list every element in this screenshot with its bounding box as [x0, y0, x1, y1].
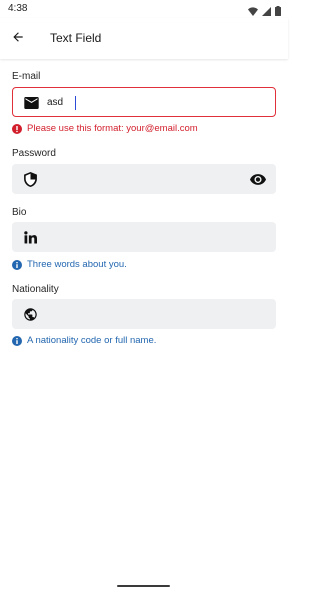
info-icon — [12, 335, 22, 346]
bio-helper: Three words about you. — [12, 259, 127, 270]
info-icon — [12, 259, 22, 270]
page-title: Text Field — [50, 31, 102, 45]
mail-icon — [23, 95, 39, 111]
nationality-field[interactable] — [12, 299, 276, 329]
password-input[interactable] — [46, 169, 246, 187]
status-bar: 4:38 — [0, 0, 288, 18]
bio-helper-text: Three words about you. — [27, 259, 127, 270]
back-button[interactable] — [6, 27, 30, 51]
bio-input[interactable] — [46, 227, 246, 245]
nationality-input[interactable] — [46, 304, 246, 322]
status-time: 4:38 — [8, 3, 28, 14]
arrow-back-icon — [11, 30, 25, 49]
app-bar: Text Field — [0, 18, 288, 59]
linkedin-icon — [22, 229, 38, 245]
eye-icon[interactable] — [250, 171, 266, 187]
email-input[interactable] — [47, 93, 247, 111]
home-indicator[interactable] — [117, 585, 170, 587]
nationality-label: Nationality — [12, 284, 59, 295]
email-label: E-mail — [12, 71, 41, 82]
globe-icon — [22, 306, 38, 322]
nationality-helper-text: A nationality code or full name. — [27, 335, 157, 346]
error-icon — [12, 123, 22, 134]
email-error: Please use this format: your@email.com — [12, 123, 198, 134]
password-field[interactable] — [12, 164, 276, 194]
email-field[interactable] — [12, 87, 276, 117]
text-caret — [75, 96, 76, 110]
email-error-text: Please use this format: your@email.com — [27, 123, 198, 134]
bio-field[interactable] — [12, 222, 276, 252]
password-label: Password — [12, 148, 56, 159]
nationality-helper: A nationality code or full name. — [12, 335, 156, 346]
bio-label: Bio — [12, 207, 27, 218]
shield-icon — [22, 171, 38, 187]
